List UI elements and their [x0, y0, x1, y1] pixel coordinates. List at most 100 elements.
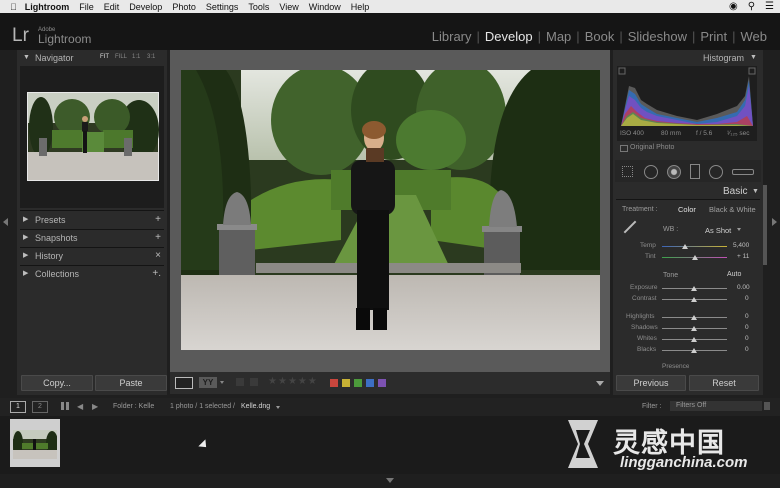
star-rating[interactable]: ★★★★★	[268, 376, 318, 387]
graduated-filter-icon[interactable]	[690, 164, 700, 179]
flag-icon[interactable]	[236, 378, 244, 386]
treatment-color-button[interactable]: Color	[678, 205, 696, 214]
red-eye-icon[interactable]	[667, 165, 681, 179]
contrast-value[interactable]: 0	[745, 295, 749, 302]
right-panel-toggle-icon[interactable]	[772, 218, 777, 226]
notification-list-icon[interactable]: ☰	[765, 1, 774, 12]
collapse-triangle-icon[interactable]: ▼	[752, 188, 759, 195]
module-map[interactable]: Map	[541, 29, 576, 44]
grid-view-icon[interactable]	[61, 402, 69, 410]
star-icon[interactable]: ★	[288, 376, 298, 387]
radial-filter-icon[interactable]	[709, 165, 723, 179]
module-print[interactable]: Print	[695, 29, 732, 44]
menu-view[interactable]: View	[279, 2, 298, 12]
contrast-slider-handle[interactable]	[691, 297, 697, 302]
apple-icon[interactable]: 	[10, 2, 17, 12]
whites-slider-handle[interactable]	[691, 337, 697, 342]
star-icon[interactable]: ★	[278, 376, 288, 387]
highlights-slider-handle[interactable]	[691, 315, 697, 320]
adjustment-brush-icon[interactable]	[732, 169, 754, 175]
whites-value[interactable]: 0	[745, 335, 749, 342]
add-preset-icon[interactable]: +	[155, 214, 161, 225]
color-label-yellow[interactable]	[342, 379, 350, 387]
before-after-view-icon[interactable]: YY	[199, 377, 217, 388]
module-book[interactable]: Book	[580, 29, 620, 44]
filmstrip-toggle-icon[interactable]	[764, 402, 770, 410]
creative-cloud-icon[interactable]: ◉	[729, 1, 738, 12]
module-library[interactable]: Library	[427, 29, 477, 44]
reset-button[interactable]: Reset	[689, 375, 759, 391]
basic-panel-title[interactable]: Basic	[723, 186, 747, 197]
add-collection-icon[interactable]: +.	[152, 268, 161, 279]
collections-section[interactable]: ▶ Collections +.	[20, 267, 164, 281]
add-snapshot-icon[interactable]: +	[155, 232, 161, 243]
before-after-dropdown-icon[interactable]	[220, 381, 224, 384]
copy-button[interactable]: Copy...	[21, 375, 93, 391]
histogram-title[interactable]: Histogram	[703, 53, 744, 63]
toolbar-menu-icon[interactable]	[596, 381, 604, 386]
star-icon[interactable]: ★	[268, 376, 278, 387]
star-icon[interactable]: ★	[308, 376, 318, 387]
main-photo[interactable]	[181, 70, 600, 350]
search-icon[interactable]: ⚲	[748, 1, 755, 12]
secondary-display-button[interactable]: 2	[32, 401, 48, 413]
blacks-slider-handle[interactable]	[691, 348, 697, 353]
filename[interactable]: Kelle.dng	[241, 403, 270, 410]
menu-photo[interactable]: Photo	[172, 2, 196, 12]
menu-edit[interactable]: Edit	[104, 2, 120, 12]
zoom-fit[interactable]: FIT	[100, 54, 109, 60]
history-section[interactable]: ▶ History ×	[20, 249, 164, 263]
highlights-value[interactable]: 0	[745, 313, 749, 320]
forward-arrow-icon[interactable]: ▶	[92, 402, 98, 411]
previous-button[interactable]: Previous	[616, 375, 686, 391]
exposure-value[interactable]: 0.00	[737, 284, 750, 291]
zoom-3-1[interactable]: 3:1	[147, 54, 155, 60]
zoom-fill[interactable]: FILL	[115, 54, 127, 60]
clear-history-icon[interactable]: ×	[155, 250, 161, 261]
temp-value[interactable]: 5,400	[733, 242, 749, 249]
menu-file[interactable]: File	[79, 2, 94, 12]
menu-settings[interactable]: Settings	[206, 2, 239, 12]
filename-dropdown-icon[interactable]	[276, 406, 280, 409]
collapse-triangle-icon[interactable]: ▼	[750, 54, 757, 61]
menu-develop[interactable]: Develop	[129, 2, 162, 12]
right-panel-scrollbar[interactable]	[763, 185, 767, 265]
folder-source[interactable]: Folder : Kelle	[113, 403, 154, 410]
auto-tone-button[interactable]: Auto	[727, 271, 741, 278]
module-develop[interactable]: Develop	[480, 29, 538, 44]
treatment-bw-button[interactable]: Black & White	[709, 205, 756, 214]
color-label-blue[interactable]	[366, 379, 374, 387]
left-panel-toggle-icon[interactable]	[3, 218, 8, 226]
star-icon[interactable]: ★	[298, 376, 308, 387]
wb-dropdown[interactable]: As Shot	[705, 226, 731, 235]
navigator-header[interactable]: ▼ Navigator FIT FILL 1:1 3:1	[17, 52, 167, 65]
blacks-value[interactable]: 0	[745, 346, 749, 353]
temp-slider-handle[interactable]	[682, 244, 688, 249]
shadows-value[interactable]: 0	[745, 324, 749, 331]
navigator-thumbnail[interactable]	[27, 92, 159, 181]
loupe-view-icon[interactable]	[175, 377, 193, 389]
color-label-purple[interactable]	[378, 379, 386, 387]
temp-slider[interactable]	[662, 246, 727, 247]
presets-section[interactable]: ▶ Presets +	[20, 213, 164, 227]
paste-button[interactable]: Paste	[95, 375, 167, 391]
menu-tools[interactable]: Tools	[248, 2, 269, 12]
tint-slider-handle[interactable]	[692, 255, 698, 260]
filter-dropdown[interactable]: Filters Off	[670, 401, 762, 411]
color-label-green[interactable]	[354, 379, 362, 387]
exposure-slider-handle[interactable]	[691, 286, 697, 291]
reject-flag-icon[interactable]	[250, 378, 258, 386]
menu-app-name[interactable]: Lightroom	[25, 2, 70, 12]
menu-window[interactable]: Window	[309, 2, 341, 12]
original-photo-checkbox-icon[interactable]	[620, 145, 628, 152]
module-web[interactable]: Web	[736, 29, 773, 44]
zoom-1-1[interactable]: 1:1	[132, 54, 140, 60]
spot-removal-icon[interactable]	[644, 165, 658, 179]
crop-tool-icon[interactable]	[622, 166, 633, 177]
wb-dropdown-icon[interactable]	[737, 228, 741, 231]
filmstrip-thumbnail[interactable]	[13, 430, 57, 459]
menu-help[interactable]: Help	[351, 2, 370, 12]
primary-display-button[interactable]: 1	[10, 401, 26, 413]
bottom-collapse-arrow-icon[interactable]	[386, 478, 394, 483]
color-label-red[interactable]	[330, 379, 338, 387]
